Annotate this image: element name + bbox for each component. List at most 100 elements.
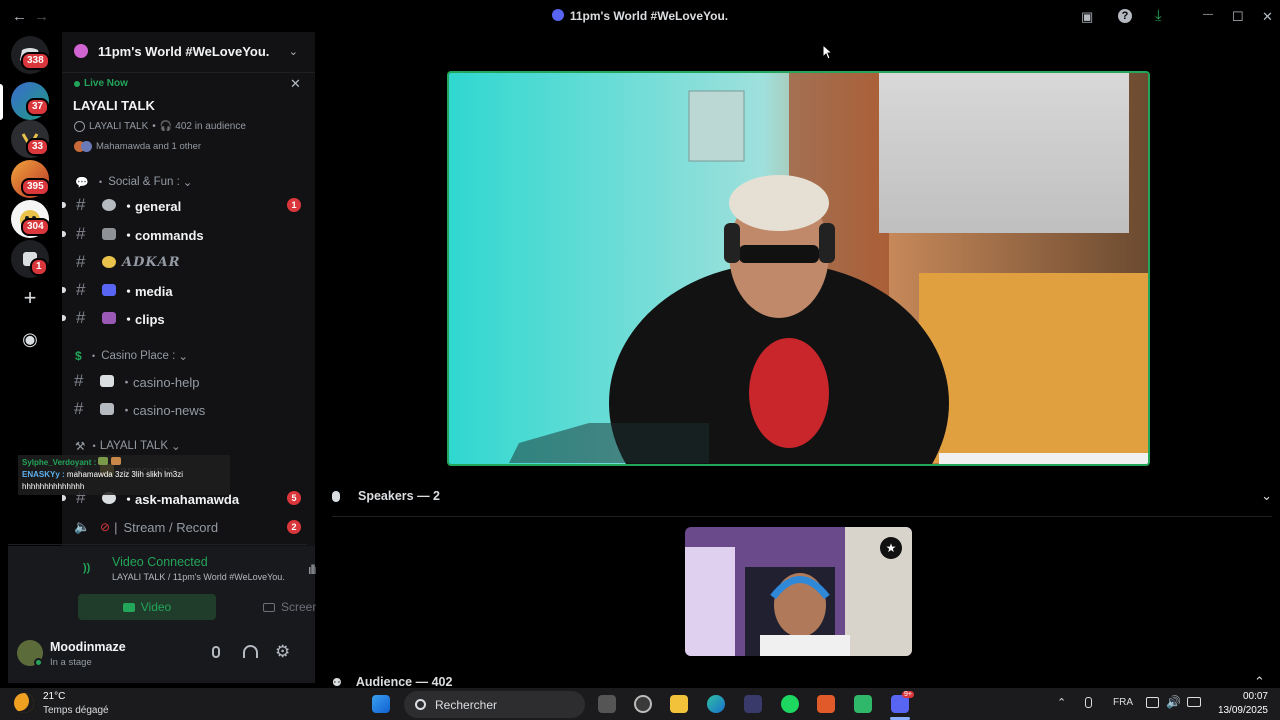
category-social[interactable]: 💬 ・ Social & Fun : ⌄ (75, 174, 192, 190)
settings-gear-icon[interactable]: ⚙ (275, 642, 290, 662)
moderator-star-icon: ★ (880, 537, 902, 559)
voice-status[interactable]: Video Connected (112, 555, 208, 569)
store-icon[interactable] (744, 695, 762, 713)
divider (332, 516, 1272, 517)
channel-commands[interactable]: # ・commands (62, 224, 315, 243)
user-status: In a stage (50, 657, 92, 668)
speakers-header[interactable]: Speakers — 2 ⌄ (332, 488, 1272, 504)
download-icon[interactable]: ⤓ (1155, 7, 1162, 24)
hash-icon: # (74, 371, 84, 390)
microphone-icon[interactable] (212, 646, 220, 658)
username[interactable]: Moodinmaze (50, 640, 126, 654)
chevron-down-icon: ⌄ (288, 45, 298, 58)
hammer-icon: ⚒ (75, 441, 86, 453)
discord-badge: 9+ (902, 691, 914, 698)
video-frame-image (685, 527, 912, 656)
server-icon (551, 9, 564, 21)
live-audience-count: 402 in audience (175, 121, 246, 132)
unread-pill (62, 231, 66, 237)
file-explorer-icon[interactable] (670, 695, 688, 713)
volume-icon[interactable]: 🔊 (1166, 695, 1181, 709)
speaker-video-tile[interactable]: ★ (685, 527, 912, 656)
speaker-video-main[interactable] (447, 71, 1150, 466)
close-window-icon[interactable]: ✕ (1262, 9, 1273, 25)
unread-badge: 2 (287, 520, 301, 534)
hash-icon: # (74, 399, 84, 418)
chat-message: mahamawda 3ziz 3lih slikh lm3zi (66, 470, 183, 479)
channel-casino-help[interactable]: # ・casino-help (74, 371, 315, 390)
windows-start-icon[interactable] (372, 695, 390, 713)
explore-icon[interactable]: ◉ (11, 320, 49, 358)
dm-badge: 338 (21, 52, 50, 70)
search-icon (415, 699, 426, 710)
channel-label: ・commands (122, 227, 204, 243)
channel-sidebar: 11pm's World #WeLoveYou. ⌄ Live Now ✕ LA… (8, 32, 355, 683)
headphones-icon[interactable] (243, 645, 258, 658)
live-dot-icon (74, 80, 80, 87)
weather-temp[interactable]: 21°C (43, 691, 65, 702)
speech-bubble-icon: 💬 (75, 176, 89, 189)
network-icon[interactable] (1146, 697, 1159, 708)
channel-media[interactable]: # ・media (62, 280, 315, 299)
language-indicator[interactable]: FRA (1113, 697, 1133, 708)
add-server-icon[interactable]: + (11, 280, 49, 318)
category-casino[interactable]: $ ・ Casino Place : ⌄ (75, 348, 188, 364)
robot-icon (102, 228, 116, 240)
channel-adkar[interactable]: # 𝑨𝑫𝑲𝑨𝑹 (62, 252, 315, 271)
brave-browser-icon[interactable] (817, 695, 835, 713)
hash-icon: # (76, 308, 86, 327)
unread-badge: 5 (287, 491, 301, 505)
video-frame-image (449, 73, 1148, 464)
inbox-icon[interactable]: ▣ (1081, 9, 1093, 25)
server-badge: 1 (30, 258, 48, 276)
app-icon[interactable] (854, 695, 872, 713)
chat-user: Sylphe_Verdoyant : (22, 458, 97, 467)
clock-date[interactable]: 13/09/2025 (1204, 705, 1268, 716)
audience-header[interactable]: ⚉ Audience — 402 (332, 675, 452, 689)
microphone-icon (332, 490, 340, 502)
live-title[interactable]: LAYALI TALK (73, 98, 155, 113)
server-badge: 33 (26, 138, 50, 156)
hash-icon: # (76, 224, 86, 243)
category-label: LAYALI TALK (99, 440, 168, 452)
category-layali[interactable]: ⚒ ・ LAYALI TALK ⌄ (75, 438, 181, 454)
hash-icon: # (76, 280, 86, 299)
channel-general[interactable]: # ・general 1 (62, 195, 315, 214)
tray-chevron-icon[interactable]: ⌃ (1057, 696, 1066, 709)
battery-icon[interactable] (1187, 697, 1201, 707)
unread-pill (62, 202, 66, 208)
taskbar-search[interactable]: Rechercher (404, 691, 585, 718)
headphones-icon: 🎧 (159, 121, 173, 132)
chevron-down-icon: ⌄ (182, 177, 193, 189)
no-entry-icon: ⊘ (100, 520, 111, 534)
signal-icon: )) (83, 562, 91, 574)
weather-moon-icon[interactable] (14, 693, 34, 713)
close-live-icon[interactable]: ✕ (290, 76, 301, 92)
server-header[interactable]: 11pm's World #WeLoveYou. ⌄ (74, 42, 304, 60)
channel-clips[interactable]: # ・clips (62, 308, 315, 327)
live-status: Live Now (84, 78, 128, 89)
moon-icon (102, 256, 116, 268)
screen-button-label: Screen (280, 600, 320, 614)
channel-label: Stream / Record (123, 519, 219, 535)
channel-casino-news[interactable]: # ・casino-news (74, 399, 315, 418)
widgets-icon[interactable] (634, 695, 652, 713)
help-icon[interactable]: ? (1118, 9, 1132, 23)
chevron-down-icon[interactable]: ⌄ (1261, 488, 1272, 504)
weather-desc[interactable]: Temps dégagé (43, 705, 109, 716)
clock-time[interactable]: 00:07 (1214, 691, 1268, 702)
selected-pill (0, 84, 3, 120)
channel-label: ・casino-help (120, 374, 200, 390)
task-view-icon[interactable] (598, 695, 616, 713)
speaker-avatar (81, 141, 92, 152)
video-button[interactable]: Video (78, 594, 216, 620)
tray-microphone-icon[interactable] (1085, 697, 1092, 708)
minimize-icon[interactable]: — (1203, 9, 1213, 20)
voice-channel-stream[interactable]: 🔈 ⊘ | Stream / Record 2 (74, 518, 315, 536)
spotify-icon[interactable] (781, 695, 799, 713)
voice-location[interactable]: LAYALI TALK / 11pm's World #WeLoveYou. (112, 572, 285, 582)
live-speakers: Mahamawda and 1 other (74, 141, 201, 152)
maximize-icon[interactable]: ☐ (1232, 9, 1244, 25)
edge-browser-icon[interactable] (707, 695, 725, 713)
chevron-down-icon: ⌄ (171, 441, 181, 453)
